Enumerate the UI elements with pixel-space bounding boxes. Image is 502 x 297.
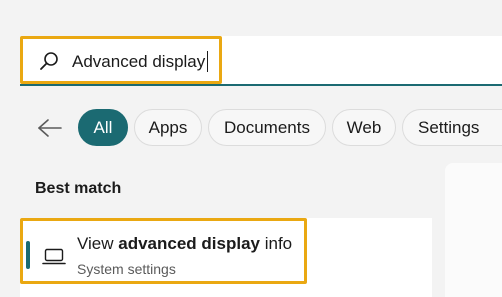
filter-apps[interactable]: Apps [134,109,202,146]
best-match-result[interactable] [20,218,432,297]
search-icon [40,52,58,70]
laptop-icon [42,248,66,265]
result-title-prefix: View [77,234,119,253]
best-match-heading: Best match [35,180,122,197]
search-input[interactable] [72,50,242,74]
preview-pane [445,163,502,297]
text-caret [207,51,208,72]
result-subtitle: System settings [77,261,176,277]
filter-web[interactable]: Web [332,109,396,146]
result-title-suffix: info [260,234,293,253]
result-title-match: advanced display [118,234,260,253]
arrow-left-icon [38,119,62,137]
start-search-window: All Apps Documents Web Settings Best mat… [0,0,502,297]
selection-indicator [26,241,30,269]
back-button[interactable] [34,114,66,142]
filter-all[interactable]: All [78,109,128,146]
filter-settings[interactable]: Settings [402,109,502,146]
result-title: View advanced display info [77,234,292,254]
filter-documents[interactable]: Documents [208,109,326,146]
